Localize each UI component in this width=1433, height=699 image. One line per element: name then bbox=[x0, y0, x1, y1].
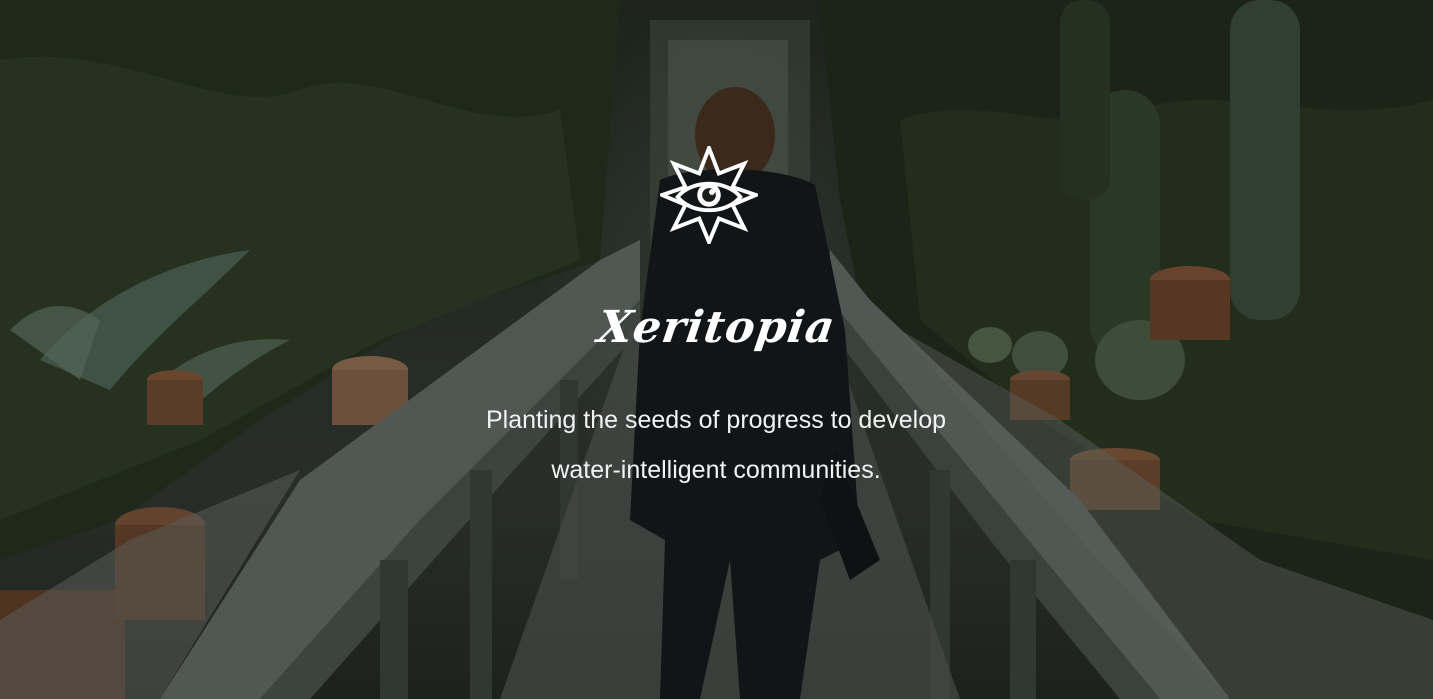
brand-name: Xeritopia bbox=[594, 302, 839, 353]
hero-content: Xeritopia Planting the seeds of progress… bbox=[0, 0, 1433, 699]
star-eye-icon bbox=[660, 146, 758, 244]
tagline: Planting the seeds of progress to develo… bbox=[416, 395, 1016, 495]
tagline-line-1: Planting the seeds of progress to develo… bbox=[485, 406, 947, 434]
hero-section: Xeritopia Planting the seeds of progress… bbox=[0, 0, 1433, 699]
tagline-line-2: water-intelligent communities. bbox=[551, 456, 881, 484]
